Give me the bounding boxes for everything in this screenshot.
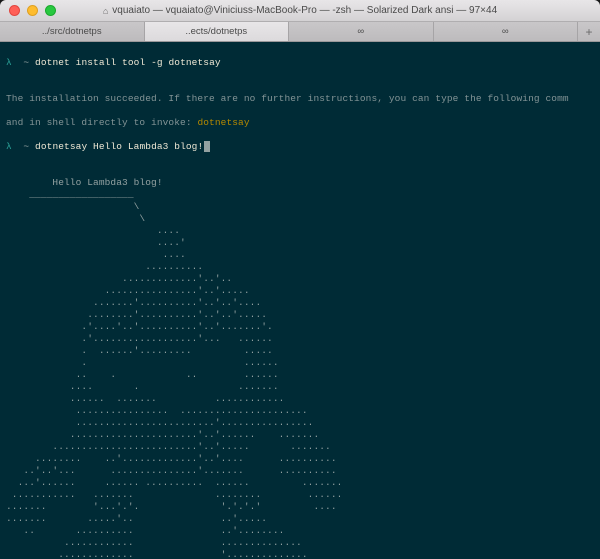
cursor-icon — [204, 141, 210, 152]
window-title-text: vquaiato — vquaiato@Viniciuss-MacBook-Pr… — [112, 5, 497, 16]
tab-2[interactable]: ∞ — [289, 22, 434, 41]
output-line-2: and in shell directly to invoke: dotnets… — [6, 117, 594, 129]
prompt-path: ~ — [23, 57, 29, 68]
tab-3[interactable]: ∞ — [434, 22, 579, 41]
home-icon: ⌂ — [103, 6, 108, 16]
terminal-viewport[interactable]: λ ~ dotnet install tool -g dotnetsay The… — [0, 42, 600, 559]
command-text: dotnet install tool -g dotnetsay — [35, 57, 221, 68]
tab-0[interactable]: ../src/dotnetps — [0, 22, 145, 41]
prompt-path: ~ — [23, 141, 29, 152]
ascii-art-output: Hello Lambda3 blog! __________________ \… — [6, 165, 594, 559]
close-window-button[interactable] — [9, 5, 20, 16]
tab-bar: ../src/dotnetps ..ects/dotnetps ∞ ∞ + — [0, 22, 600, 42]
lambda-icon: λ — [6, 141, 12, 152]
zoom-window-button[interactable] — [45, 5, 56, 16]
prompt-line-1: λ ~ dotnet install tool -g dotnetsay — [6, 57, 594, 69]
tool-name: dotnetsay — [197, 117, 249, 128]
tab-1[interactable]: ..ects/dotnetps — [145, 22, 290, 41]
window-controls — [0, 5, 56, 16]
minimize-window-button[interactable] — [27, 5, 38, 16]
new-tab-button[interactable]: + — [578, 22, 600, 41]
titlebar: ⌂ vquaiato — vquaiato@Viniciuss-MacBook-… — [0, 0, 600, 22]
lambda-icon: λ — [6, 57, 12, 68]
prompt-line-2: λ ~ dotnetsay Hello Lambda3 blog! — [6, 141, 594, 153]
window-title: ⌂ vquaiato — vquaiato@Viniciuss-MacBook-… — [0, 5, 600, 16]
output-line-1: The installation succeeded. If there are… — [6, 93, 594, 105]
command-text: dotnetsay Hello Lambda3 blog! — [35, 141, 203, 152]
